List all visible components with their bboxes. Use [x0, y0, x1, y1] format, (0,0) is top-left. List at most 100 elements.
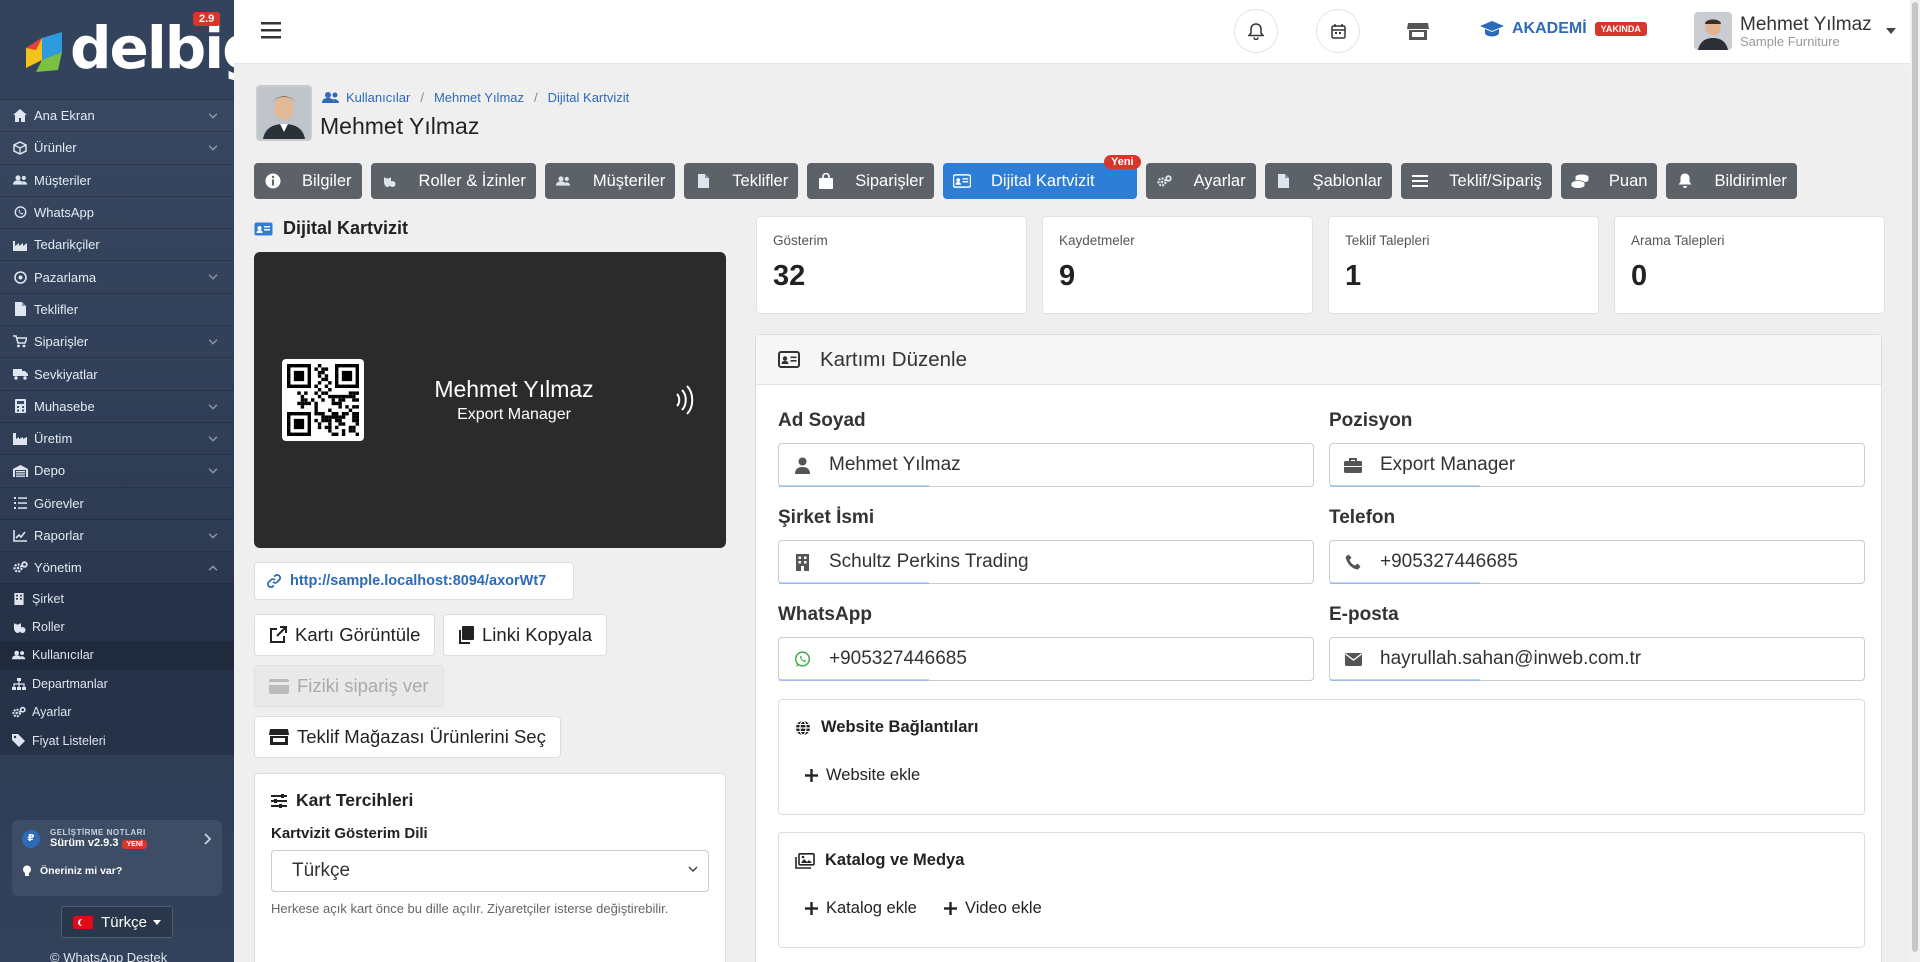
- sidebar-item-tedarikciler[interactable]: Tedarikçiler: [0, 229, 234, 262]
- whatsapp-support-link[interactable]: © WhatsApp Destek: [50, 950, 167, 962]
- id-card-icon: [778, 351, 800, 368]
- sidebar-item-label: Depo: [34, 463, 66, 479]
- sidebar-item-depo[interactable]: Depo: [0, 455, 234, 488]
- tab-musteriler[interactable]: Müşteriler: [544, 163, 676, 199]
- whatsapp-value: +905327446685: [829, 648, 967, 669]
- plus-icon: [944, 902, 957, 915]
- tab-teklif-siparis[interactable]: Teklif/Sipariş: [1401, 163, 1552, 199]
- add-website-button[interactable]: Website ekle: [805, 766, 920, 785]
- company-input[interactable]: Schultz Perkins Trading: [778, 540, 1314, 584]
- logo[interactable]: delbig 2.9: [0, 0, 234, 100]
- tab-puan[interactable]: Puan: [1560, 163, 1658, 199]
- tab-roller-izinler[interactable]: Roller & İzinler: [370, 163, 536, 199]
- catalog-media-box: Katalog ve Medya Katalog ekle Video ekle: [778, 832, 1865, 948]
- whatsapp-label: WhatsApp: [778, 604, 872, 625]
- section-title: Dijital Kartvizit: [254, 218, 408, 239]
- name-label: Ad Soyad: [778, 410, 866, 431]
- store-products-label: Teklif Mağazası Ürünlerini Seç: [297, 726, 546, 747]
- sidebar-subitem-kullanicilar[interactable]: Kullanıcılar: [0, 641, 234, 670]
- tab-bildirimler[interactable]: Bildirimler: [1666, 163, 1797, 199]
- whatsapp-icon: [794, 650, 810, 667]
- name-input[interactable]: Mehmet Yılmaz: [778, 443, 1314, 487]
- tab-ayarlar[interactable]: Ayarlar: [1145, 163, 1256, 199]
- users-icon: [555, 172, 573, 190]
- tab-sablonlar[interactable]: Şablonlar: [1264, 163, 1393, 199]
- store-products-button[interactable]: Teklif Mağazası Ürünlerini Seç: [254, 716, 561, 758]
- user-menu[interactable]: Mehmet Yılmaz Sample Furniture: [1694, 12, 1896, 50]
- tab-bilgiler[interactable]: Bilgiler: [254, 163, 362, 199]
- sidebar-item-whatsapp[interactable]: WhatsApp: [0, 197, 234, 230]
- page-scrollbar[interactable]: [1910, 0, 1920, 962]
- position-label: Pozisyon: [1329, 410, 1413, 431]
- physical-order-button[interactable]: Fiziki sipariş ver: [254, 665, 444, 707]
- prefs-title: Kart Tercihleri: [296, 790, 414, 810]
- dev-notes-panel[interactable]: ₽ GELİŞTİRME NOTLARI Sürüm v2.9.3 YENİ Ön…: [12, 820, 222, 896]
- phone-input[interactable]: +905327446685: [1329, 540, 1865, 584]
- sidebar-subitem-roller[interactable]: Roller: [0, 613, 234, 641]
- language-label: Türkçe: [101, 913, 147, 931]
- sidebar-subitem-label: Roller: [32, 620, 65, 635]
- email-input[interactable]: hayrullah.sahan@inweb.com.tr: [1329, 637, 1865, 681]
- display-language-select[interactable]: Türkçe: [271, 850, 709, 892]
- sidebar-item-label: WhatsApp: [34, 205, 94, 221]
- store-icon[interactable]: [1407, 22, 1429, 41]
- suggestion-label: Öneriniz mi var?: [40, 865, 123, 877]
- tab-label: Dijital Kartvizit: [990, 171, 1095, 190]
- bell-icon: [1248, 22, 1264, 40]
- roles-icon: [381, 172, 399, 190]
- chart-icon: [12, 528, 28, 544]
- users-icon: [322, 92, 339, 103]
- globe-icon: [796, 719, 810, 736]
- tab-teklifler[interactable]: Teklifler: [684, 163, 799, 199]
- card-link[interactable]: http://sample.localhost:8094/axorWt7: [254, 562, 574, 600]
- sidebar-subitem-fiyat-listeleri[interactable]: Fiyat Listeleri: [0, 726, 234, 754]
- sidebar-item-yonetim[interactable]: Yönetim: [0, 552, 234, 585]
- card-name: Mehmet Yılmaz: [434, 376, 594, 402]
- email-value: hayrullah.sahan@inweb.com.tr: [1380, 648, 1642, 669]
- catalog-media-title: Katalog ve Medya: [825, 851, 965, 869]
- avatar: [1694, 12, 1732, 50]
- tab-siparisler[interactable]: Siparişler: [807, 163, 934, 199]
- tab-dijital-kartvizit[interactable]: Dijital Kartvizit Yeni: [942, 155, 1141, 199]
- whatsapp-input[interactable]: +905327446685: [778, 637, 1314, 681]
- sidebar-item-urunler[interactable]: Ürünler: [0, 132, 234, 165]
- notifications-button[interactable]: [1234, 9, 1278, 53]
- language-select[interactable]: Türkçe: [61, 906, 173, 938]
- sidebar-subitem-sirket[interactable]: Şirket: [0, 584, 234, 612]
- akademi-link[interactable]: AKADEMİ YAKINDA: [1480, 20, 1647, 38]
- sidebar-item-uretim[interactable]: Üretim: [0, 423, 234, 456]
- cart-icon: [12, 334, 28, 350]
- breadcrumb-user[interactable]: Mehmet Yılmaz: [434, 90, 524, 105]
- hamburger-menu-icon[interactable]: [261, 22, 281, 39]
- sidebar-item-muhasebe[interactable]: Muhasebe: [0, 391, 234, 423]
- building-icon: [795, 553, 809, 571]
- sidebar-item-sevkiyatlar[interactable]: Sevkiyatlar: [0, 358, 234, 391]
- sidebar-item-ana-ekran[interactable]: Ana Ekran: [0, 100, 234, 133]
- sidebar-item-siparisler[interactable]: Siparişler: [0, 326, 234, 359]
- breadcrumb-users[interactable]: Kullanıcılar: [346, 90, 410, 105]
- sidebar-subitem-departmanlar[interactable]: Departmanlar: [0, 670, 234, 698]
- sidebar-item-pazarlama[interactable]: Pazarlama: [0, 261, 234, 294]
- phone-label: Telefon: [1329, 507, 1396, 528]
- copy-link-button[interactable]: Linki Kopyala: [443, 614, 608, 656]
- view-card-button[interactable]: Kartı Görüntüle: [254, 614, 436, 656]
- sidebar-item-musteriler[interactable]: Müşteriler: [0, 165, 234, 197]
- dev-notes-label: GELİŞTİRME NOTLARI: [50, 828, 146, 837]
- copy-link-label: Linki Kopyala: [482, 624, 593, 645]
- add-catalog-button[interactable]: Katalog ekle: [805, 899, 917, 918]
- website-links-box: Website Bağlantıları Website ekle: [778, 699, 1865, 815]
- section-title-label: Dijital Kartvizit: [283, 218, 409, 238]
- suggestion-link[interactable]: Öneriniz mi var?: [22, 865, 212, 877]
- sidebar-item-teklifler[interactable]: Teklifler: [0, 294, 234, 327]
- card-link-text: http://sample.localhost:8094/axorWt7: [290, 573, 547, 589]
- chevron-down-icon: [208, 339, 218, 345]
- sidebar-item-raporlar[interactable]: Raporlar: [0, 520, 234, 553]
- view-card-label: Kartı Görüntüle: [295, 624, 421, 645]
- plus-icon: [805, 769, 818, 782]
- add-video-button[interactable]: Video ekle: [944, 899, 1042, 918]
- sidebar-subitem-ayarlar[interactable]: Ayarlar: [0, 698, 234, 726]
- position-input[interactable]: Export Manager: [1329, 443, 1865, 487]
- sidebar-item-gorevler[interactable]: Görevler: [0, 488, 234, 520]
- calendar-button[interactable]: [1316, 9, 1360, 53]
- file-icon: [12, 301, 28, 317]
